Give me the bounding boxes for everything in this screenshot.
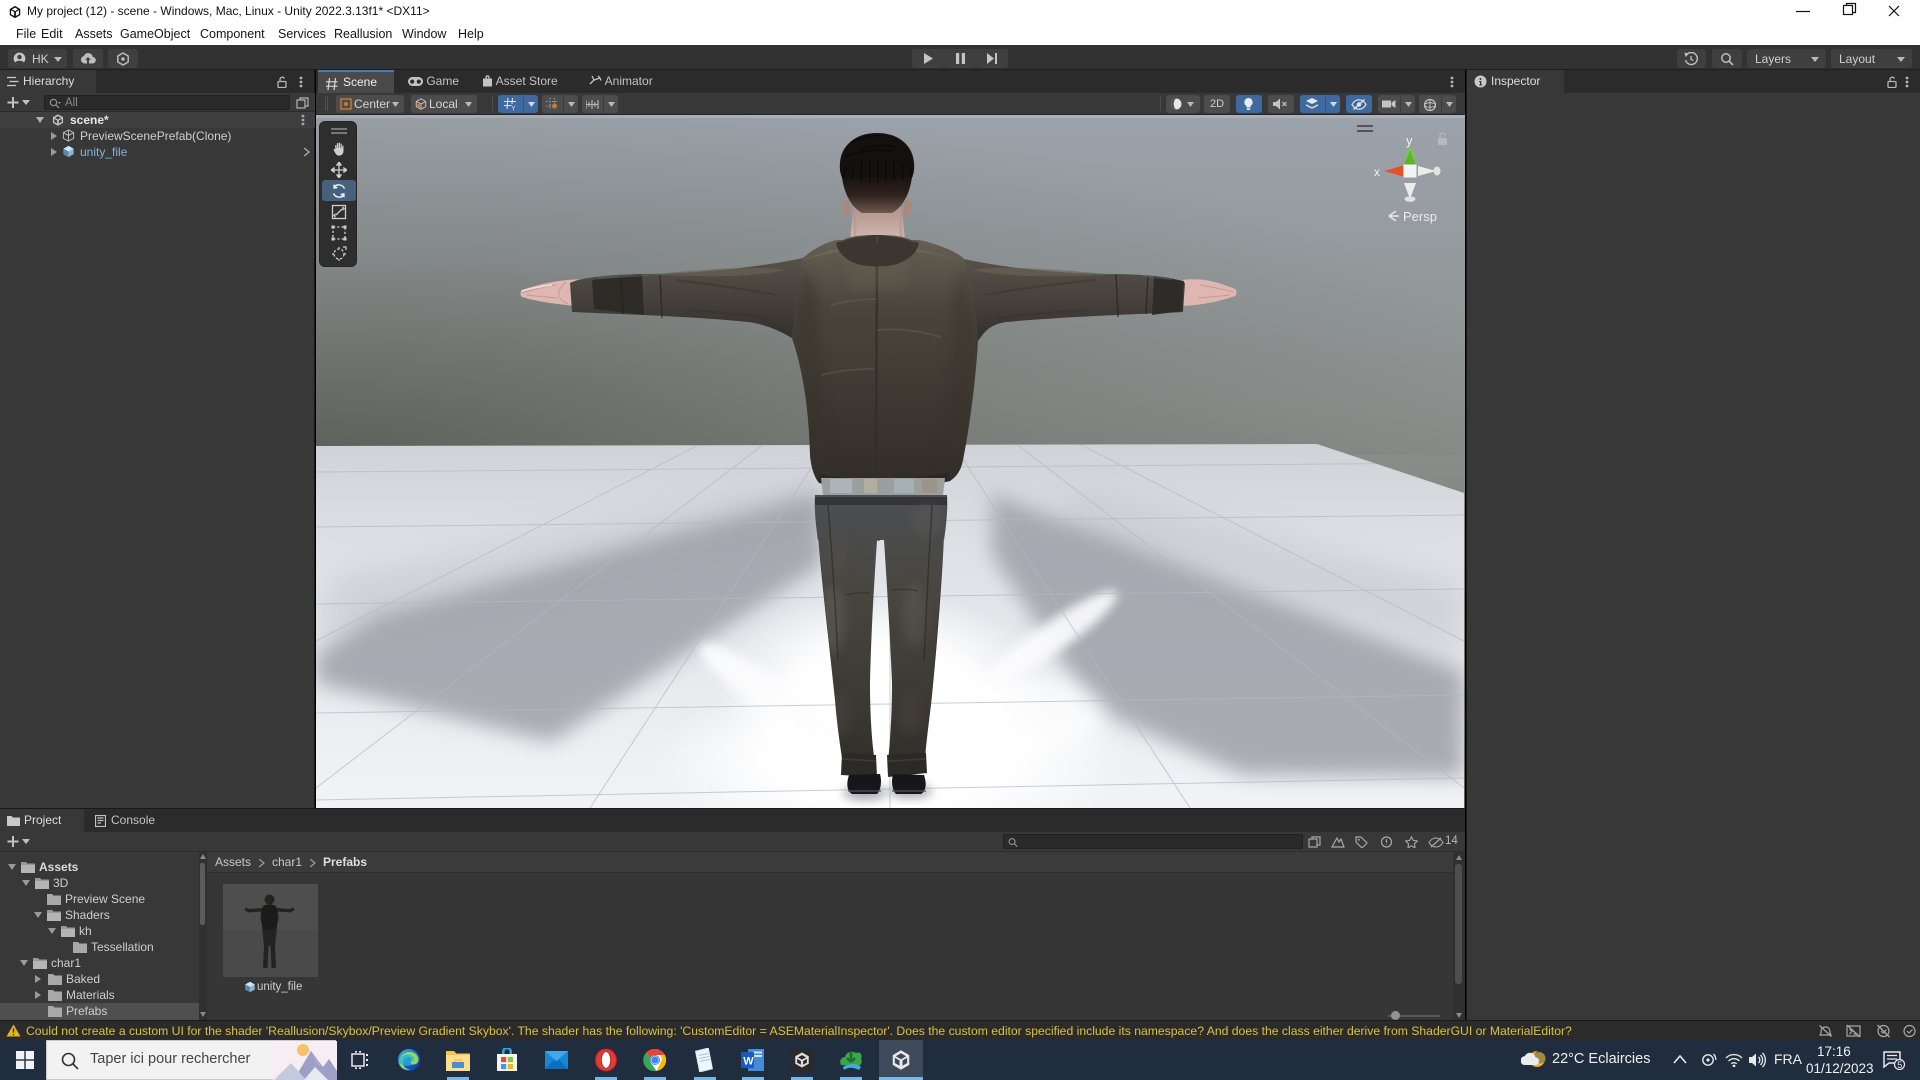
svg-text:Persp: Persp — [1403, 209, 1437, 224]
svg-text:x: x — [1374, 165, 1380, 179]
svg-text:5: 5 — [1897, 1060, 1902, 1070]
svg-text:W: W — [743, 1056, 754, 1068]
svg-text:y: y — [1406, 133, 1413, 148]
svg-text:Y: Y — [511, 106, 516, 112]
